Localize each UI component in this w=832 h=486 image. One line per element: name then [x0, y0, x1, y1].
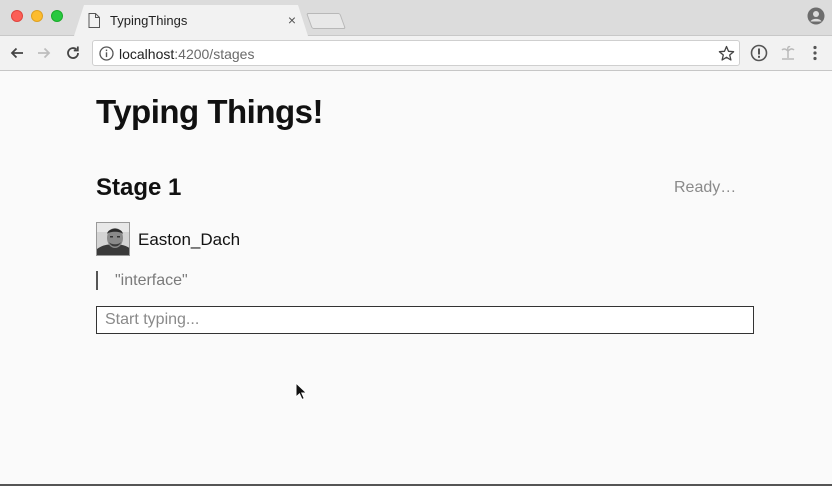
- profile-icon[interactable]: [807, 7, 825, 25]
- reload-icon[interactable]: [64, 44, 82, 62]
- address-url: localhost:4200/stages: [119, 46, 254, 62]
- url-path: :4200/stages: [174, 46, 255, 62]
- arrow-right-icon[interactable]: [35, 44, 53, 62]
- app-title: Typing Things!: [96, 93, 324, 130]
- window-close-button[interactable]: [11, 10, 23, 22]
- tab-close-icon[interactable]: ×: [286, 12, 298, 28]
- kebab-menu-icon[interactable]: [808, 44, 822, 62]
- window-zoom-button[interactable]: [51, 10, 63, 22]
- browser-toolbar: localhost:4200/stages: [0, 36, 832, 71]
- extension-warning-icon[interactable]: [750, 44, 768, 62]
- new-tab-button[interactable]: [306, 13, 346, 29]
- address-bar[interactable]: localhost:4200/stages: [92, 40, 740, 66]
- browser-tab[interactable]: TypingThings ×: [74, 5, 308, 36]
- stage-title: Stage 1: [96, 174, 182, 201]
- mouse-pointer-icon: [295, 382, 308, 401]
- avatar: [96, 222, 130, 256]
- avatar-portrait-icon: [97, 223, 129, 255]
- arrow-left-icon[interactable]: [8, 44, 26, 62]
- window-minimize-button[interactable]: [31, 10, 43, 22]
- url-host: localhost: [119, 46, 175, 62]
- tab-title: TypingThings: [110, 13, 188, 28]
- browser-tabstrip: TypingThings ×: [0, 0, 832, 36]
- extension-island-icon[interactable]: [779, 44, 797, 62]
- info-icon[interactable]: [99, 46, 114, 61]
- stage-status: Ready…: [674, 179, 737, 196]
- page-content: Typing Things! Stage 1 Ready… Easton_Dac…: [0, 71, 832, 486]
- document-icon: [88, 13, 100, 28]
- typing-input[interactable]: [96, 306, 754, 334]
- player-name: Easton_Dach: [138, 230, 241, 249]
- target-word-quote: "interface": [96, 271, 396, 290]
- target-word: "interface": [115, 272, 188, 289]
- star-icon[interactable]: [718, 45, 735, 62]
